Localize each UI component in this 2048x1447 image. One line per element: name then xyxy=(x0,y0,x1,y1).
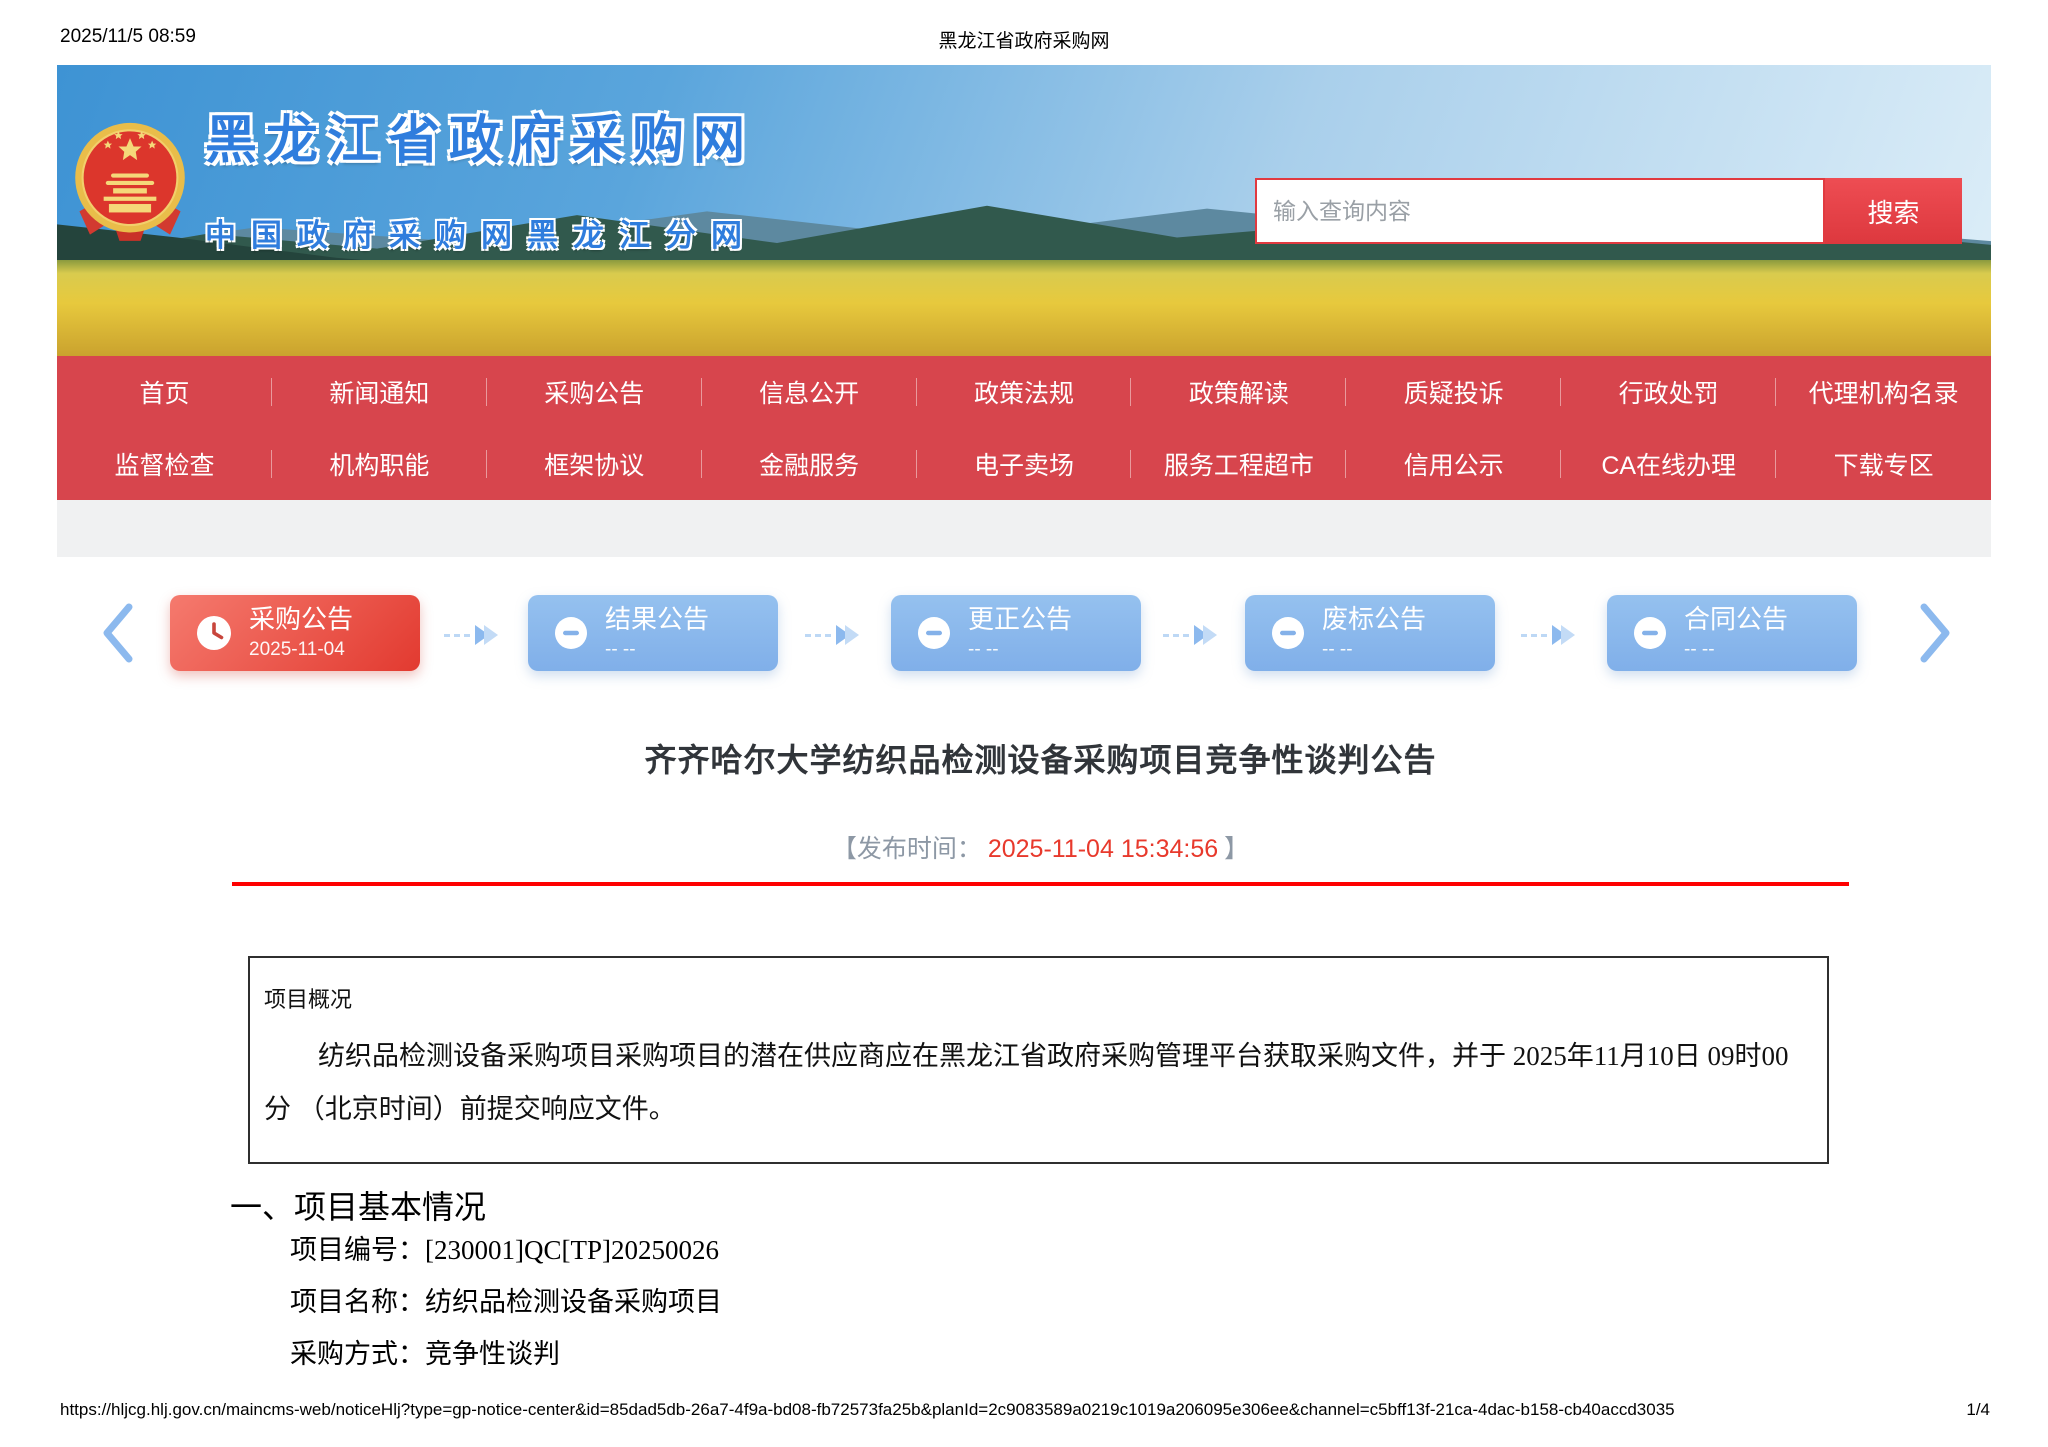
timeline-card-label: 废标公告 xyxy=(1322,604,1427,635)
nav-item-procurement-notice[interactable]: 采购公告 xyxy=(487,356,702,428)
timeline-card-date: -- -- xyxy=(1322,639,1353,661)
print-footer-url: https://hljcg.hlj.gov.cn/maincms-web/not… xyxy=(60,1400,1675,1419)
field-value: 竞争性谈判 xyxy=(425,1339,560,1369)
publish-time-value: 2025-11-04 15:34:56 xyxy=(987,835,1219,863)
timeline-card-label: 采购公告 xyxy=(249,604,354,635)
nav-item-download-zone[interactable]: 下载专区 xyxy=(1776,428,1991,500)
timeline-arrow-icon xyxy=(1521,624,1585,646)
nav-item-service-engineering-market[interactable]: 服务工程超市 xyxy=(1131,428,1347,500)
minus-circle-icon xyxy=(918,617,950,649)
timeline-arrow-icon xyxy=(805,624,869,646)
field-label: 采购方式： xyxy=(290,1339,425,1369)
timeline-next-button[interactable] xyxy=(1915,600,1955,666)
minus-circle-icon xyxy=(555,617,587,649)
timeline-card-correction-notice[interactable]: 更正公告 -- -- xyxy=(891,595,1141,671)
nav-item-supervision[interactable]: 监督检查 xyxy=(57,428,272,500)
nav-item-complaints[interactable]: 质疑投诉 xyxy=(1346,356,1562,428)
print-footer-page-number: 1/4 xyxy=(1966,1400,1990,1419)
notice-title: 齐齐哈尔大学纺织品检测设备采购项目竞争性谈判公告 xyxy=(644,742,1437,778)
nav-item-ca-online[interactable]: CA在线办理 xyxy=(1561,428,1777,500)
project-fields: 项目编号：[230001]QC[TP]20250026 项目名称：纺织品检测设备… xyxy=(290,1224,722,1380)
timeline-arrow-icon xyxy=(1163,624,1227,646)
field-graphic xyxy=(57,259,1991,356)
timeline-card-date: -- -- xyxy=(605,639,636,661)
timeline-card-result-notice[interactable]: 结果公告 -- -- xyxy=(528,595,778,671)
search-input[interactable] xyxy=(1255,178,1825,244)
field-project-name: 项目名称：纺织品检测设备采购项目 xyxy=(290,1276,722,1328)
nav-item-policy-regulations[interactable]: 政策法规 xyxy=(917,356,1132,428)
timeline-card-date: 2025-11-04 xyxy=(249,639,345,661)
field-value: [230001]QC[TP]20250026 xyxy=(425,1235,719,1265)
timeline-card-cancellation-notice[interactable]: 废标公告 -- -- xyxy=(1245,595,1495,671)
timeline-arrow-icon xyxy=(444,624,508,646)
site-subtitle: 中国政府采购网黑龙江分网 xyxy=(205,218,757,253)
field-project-number: 项目编号：[230001]QC[TP]20250026 xyxy=(290,1224,722,1276)
sub-nav-band xyxy=(57,500,1991,557)
publish-time-suffix: 】 xyxy=(1224,835,1250,863)
timeline-card-label: 合同公告 xyxy=(1684,604,1789,635)
search-button[interactable]: 搜索 xyxy=(1825,178,1962,244)
nav-item-info-disclosure[interactable]: 信息公开 xyxy=(702,356,917,428)
print-header-title: 黑龙江省政府采购网 xyxy=(938,31,1110,52)
timeline-prev-button[interactable] xyxy=(98,600,138,666)
nav-item-agency-directory[interactable]: 代理机构名录 xyxy=(1776,356,1991,428)
nav-item-credit-disclosure[interactable]: 信用公示 xyxy=(1346,428,1562,500)
nav-item-framework-agreement[interactable]: 框架协议 xyxy=(487,428,702,500)
publish-time-prefix: 【发布时间： xyxy=(831,835,982,863)
field-value: 纺织品检测设备采购项目 xyxy=(425,1287,722,1317)
chevron-right-icon xyxy=(1920,603,1950,663)
section-heading-basic-info: 一、项目基本情况 xyxy=(230,1189,487,1225)
national-emblem-logo xyxy=(75,122,185,241)
site-banner: 黑龙江省政府采购网 中国政府采购网黑龙江分网 搜索 xyxy=(57,65,1991,356)
nav-item-e-marketplace[interactable]: 电子卖场 xyxy=(917,428,1132,500)
timeline-card-date: -- -- xyxy=(1684,639,1715,661)
timeline-card-label: 更正公告 xyxy=(968,604,1073,635)
nav-item-news[interactable]: 新闻通知 xyxy=(272,356,487,428)
nav-item-policy-interpretation[interactable]: 政策解读 xyxy=(1131,356,1347,428)
red-divider xyxy=(232,882,1849,886)
nav-row-1: 首页 新闻通知 采购公告 信息公开 政策法规 政策解读 质疑投诉 行政处罚 代理… xyxy=(57,356,1991,428)
project-overview-box: 项目概况 纺织品检测设备采购项目采购项目的潜在供应商应在黑龙江省政府采购管理平台… xyxy=(248,956,1829,1164)
site-title: 黑龙江省政府采购网 xyxy=(205,112,755,170)
timeline-card-procurement-notice[interactable]: 采购公告 2025-11-04 xyxy=(170,595,420,671)
minus-circle-icon xyxy=(1272,617,1304,649)
publish-time-line: 【发布时间： 2025-11-04 15:34:56】 xyxy=(232,829,1849,865)
clock-icon xyxy=(197,616,231,650)
nav-row-2: 监督检查 机构职能 框架协议 金融服务 电子卖场 服务工程超市 信用公示 CA在… xyxy=(57,428,1991,500)
nav-item-admin-penalty[interactable]: 行政处罚 xyxy=(1561,356,1777,428)
main-navigation: 首页 新闻通知 采购公告 信息公开 政策法规 政策解读 质疑投诉 行政处罚 代理… xyxy=(57,356,1991,500)
field-label: 项目名称： xyxy=(290,1287,425,1317)
field-label: 项目编号： xyxy=(290,1235,425,1265)
timeline-card-contract-notice[interactable]: 合同公告 -- -- xyxy=(1607,595,1857,671)
chevron-left-icon xyxy=(103,603,133,663)
field-procurement-method: 采购方式：竞争性谈判 xyxy=(290,1328,722,1380)
nav-item-home[interactable]: 首页 xyxy=(57,356,272,428)
nav-item-financial-services[interactable]: 金融服务 xyxy=(702,428,917,500)
nav-item-org-functions[interactable]: 机构职能 xyxy=(272,428,487,500)
timeline-card-date: -- -- xyxy=(968,639,999,661)
overview-paragraph: 纺织品检测设备采购项目采购项目的潜在供应商应在黑龙江省政府采购管理平台获取采购文… xyxy=(264,1041,1789,1124)
minus-circle-icon xyxy=(1634,617,1666,649)
timeline-card-label: 结果公告 xyxy=(605,604,710,635)
search-bar: 搜索 xyxy=(1255,178,1962,244)
overview-heading: 项目概况 xyxy=(264,987,353,1012)
